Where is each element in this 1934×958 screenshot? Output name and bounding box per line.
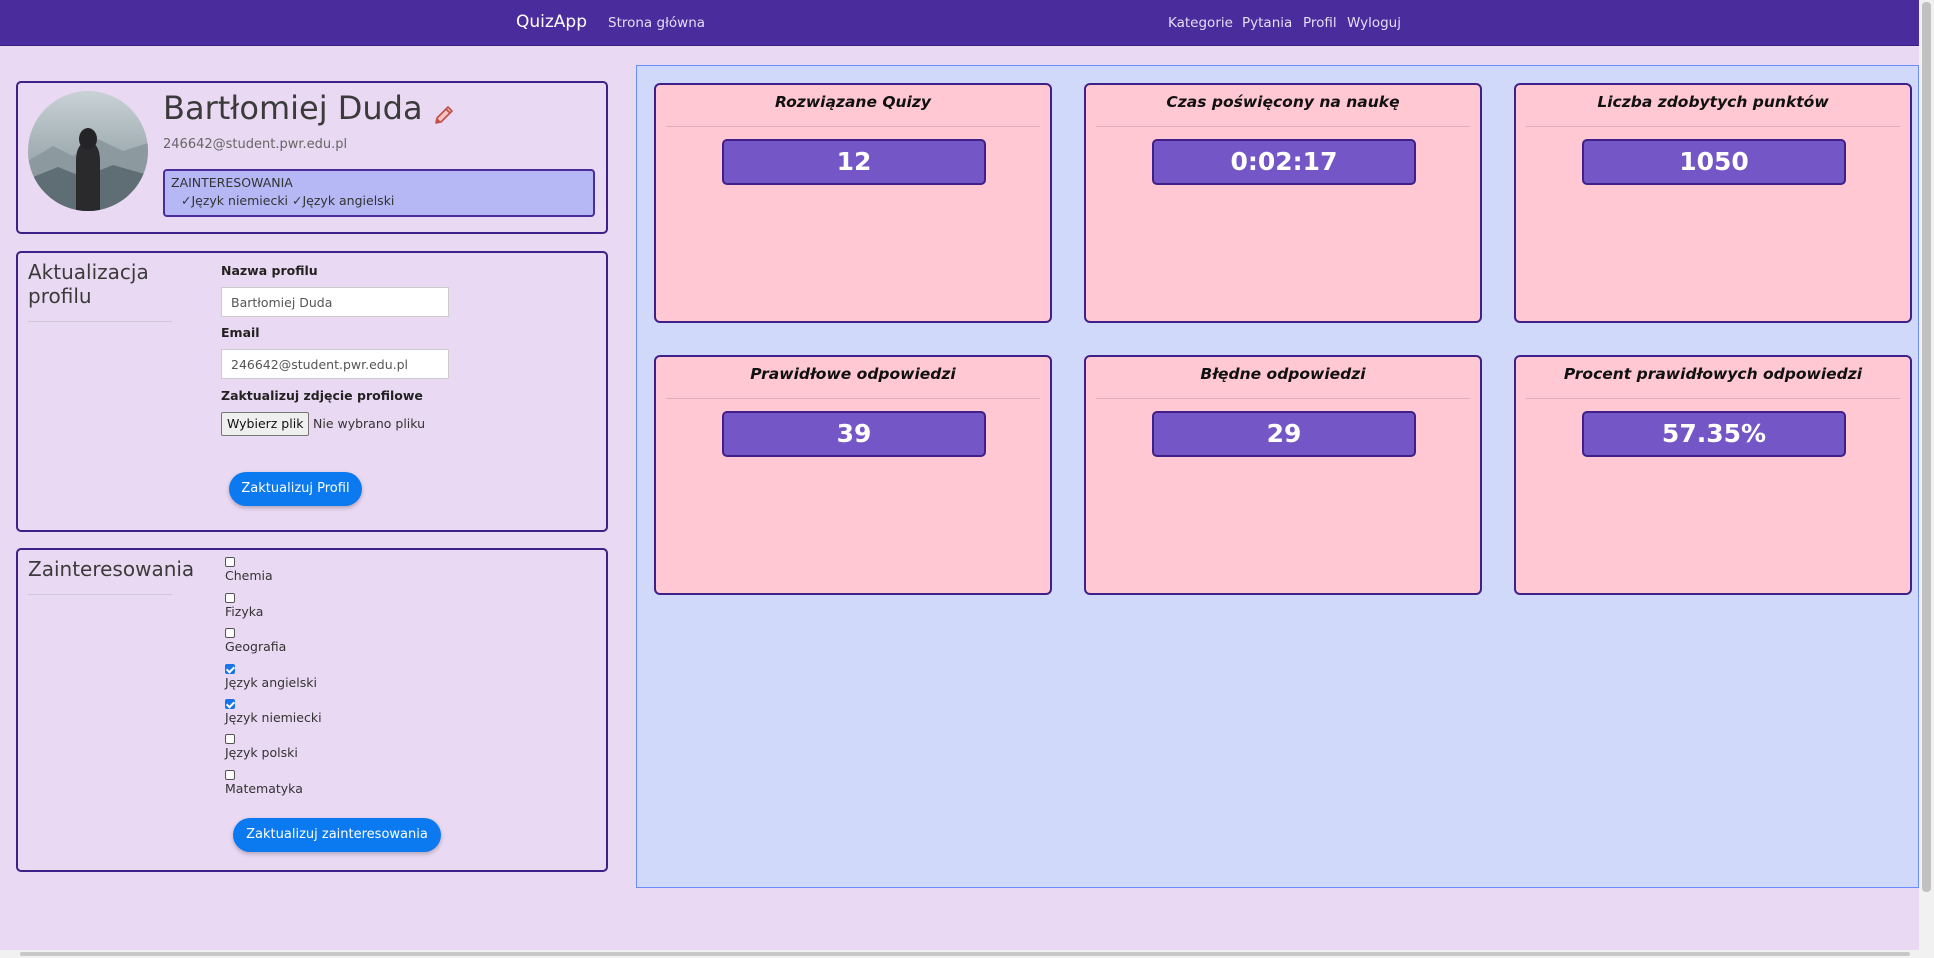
update-interests-button[interactable]: Zaktualizuj zainteresowania	[233, 818, 441, 852]
interest-label: Język angielski	[225, 675, 317, 690]
nav-questions-link[interactable]: Pytania	[1242, 15, 1292, 31]
profile-name: Bartłomiej Duda	[163, 89, 423, 127]
stat-card-wrong-answers: Błędne odpowiedzi 29	[1084, 355, 1482, 595]
stat-title: Liczba zdobytych punktów	[1597, 93, 1829, 111]
stat-divider	[666, 126, 1040, 127]
nav-logout-link[interactable]: Wyloguj	[1347, 15, 1401, 31]
interest-checkbox[interactable]	[225, 557, 235, 567]
interest-checkbox[interactable]	[225, 628, 235, 638]
avatar	[28, 91, 148, 211]
stat-value: 29	[1152, 411, 1416, 457]
interest-label: Matematyka	[225, 781, 303, 796]
section-divider	[28, 321, 172, 322]
stat-title: Błędne odpowiedzi	[1200, 365, 1366, 383]
name-field-label: Nazwa profilu	[221, 263, 318, 278]
stat-value: 12	[722, 139, 986, 185]
stat-card-correct-answers: Prawidłowe odpowiedzi 39	[654, 355, 1052, 595]
section-divider	[28, 594, 172, 595]
interests-card: Zainteresowania Chemia Fizyka Geografia …	[16, 548, 608, 872]
avatar-image	[28, 91, 148, 211]
interest-option: Fizyka	[225, 593, 263, 619]
stat-divider	[1526, 126, 1900, 127]
interest-option: Język niemiecki	[225, 699, 322, 725]
interest-checkbox[interactable]	[225, 734, 235, 744]
stat-value: 57.35%	[1582, 411, 1846, 457]
interest-label: Język polski	[225, 745, 298, 760]
interest-checkbox[interactable]	[225, 593, 235, 603]
interest-option: Matematyka	[225, 770, 303, 796]
interest-label: Język niemiecki	[225, 710, 322, 725]
stat-title: Procent prawidłowych odpowiedzi	[1563, 365, 1863, 383]
interest-checkbox[interactable]	[225, 699, 235, 709]
section-title-interests: Zainteresowania	[28, 557, 195, 581]
choose-file-button[interactable]: Wybierz plik	[221, 412, 310, 436]
email-input[interactable]	[221, 349, 449, 379]
stat-title: Prawidłowe odpowiedzi	[750, 365, 956, 383]
vertical-scrollbar[interactable]	[1919, 0, 1934, 958]
profile-card: Bartłomiej Duda 246642@student.pwr.edu.p…	[16, 81, 608, 234]
stat-value: 1050	[1582, 139, 1846, 185]
nav-profile-link[interactable]: Profil	[1303, 15, 1337, 31]
profile-name-input[interactable]	[221, 287, 449, 317]
horizontal-scrollbar[interactable]	[0, 950, 1919, 958]
nav-categories-link[interactable]: Kategorie	[1168, 15, 1233, 31]
update-profile-card: Aktualizacja profilu Nazwa profilu Email…	[16, 251, 608, 532]
interest-label: Chemia	[225, 568, 273, 583]
stat-title: Rozwiązane Quizy	[775, 93, 931, 111]
top-navbar: QuizApp Strona główna Kategorie Pytania …	[0, 0, 1919, 46]
stat-card-study-time: Czas poświęcony na naukę 0:02:17	[1084, 83, 1482, 323]
interest-label: Fizyka	[225, 604, 264, 619]
pencil-icon[interactable]	[432, 103, 456, 127]
email-field-label: Email	[221, 325, 260, 340]
stat-divider	[1526, 398, 1900, 399]
profile-email: 246642@student.pwr.edu.pl	[163, 137, 348, 152]
stat-card-correct-percentage: Procent prawidłowych odpowiedzi 57.35%	[1514, 355, 1912, 595]
interests-summary: ZAINTERESOWANIA ✓Język niemiecki ✓Język …	[163, 169, 595, 217]
photo-field-label: Zaktualizuj zdjęcie profilowe	[221, 388, 423, 403]
stat-value: 39	[722, 411, 986, 457]
stat-title: Czas poświęcony na naukę	[1166, 93, 1400, 111]
file-status: Nie wybrano pliku	[313, 416, 426, 431]
interests-heading: ZAINTERESOWANIA	[171, 175, 293, 190]
interest-option: Język polski	[225, 734, 298, 760]
stat-divider	[1096, 398, 1470, 399]
stat-value: 0:02:17	[1152, 139, 1416, 185]
scrollbar-thumb[interactable]	[1922, 2, 1931, 892]
scrollbar-thumb[interactable]	[20, 952, 1910, 956]
stat-card-quizzes-solved: Rozwiązane Quizy 12	[654, 83, 1052, 323]
statistics-panel: Rozwiązane Quizy 12 Czas poświęcony na n…	[636, 65, 1919, 888]
brand-link[interactable]: QuizApp	[516, 12, 587, 32]
nav-home-link[interactable]: Strona główna	[608, 15, 705, 31]
interest-option: Język angielski	[225, 664, 317, 690]
stat-divider	[666, 398, 1040, 399]
interest-label: Geografia	[225, 639, 287, 654]
interest-option: Chemia	[225, 557, 273, 583]
interests-list: ✓Język niemiecki ✓Język angielski	[181, 193, 395, 208]
interest-checkbox[interactable]	[225, 664, 235, 674]
update-profile-button[interactable]: Zaktualizuj Profil	[229, 472, 362, 506]
stat-divider	[1096, 126, 1470, 127]
stat-card-points: Liczba zdobytych punktów 1050	[1514, 83, 1912, 323]
interest-checkbox[interactable]	[225, 770, 235, 780]
interest-option: Geografia	[225, 628, 286, 654]
section-title-update-profile: Aktualizacja profilu	[28, 260, 149, 308]
